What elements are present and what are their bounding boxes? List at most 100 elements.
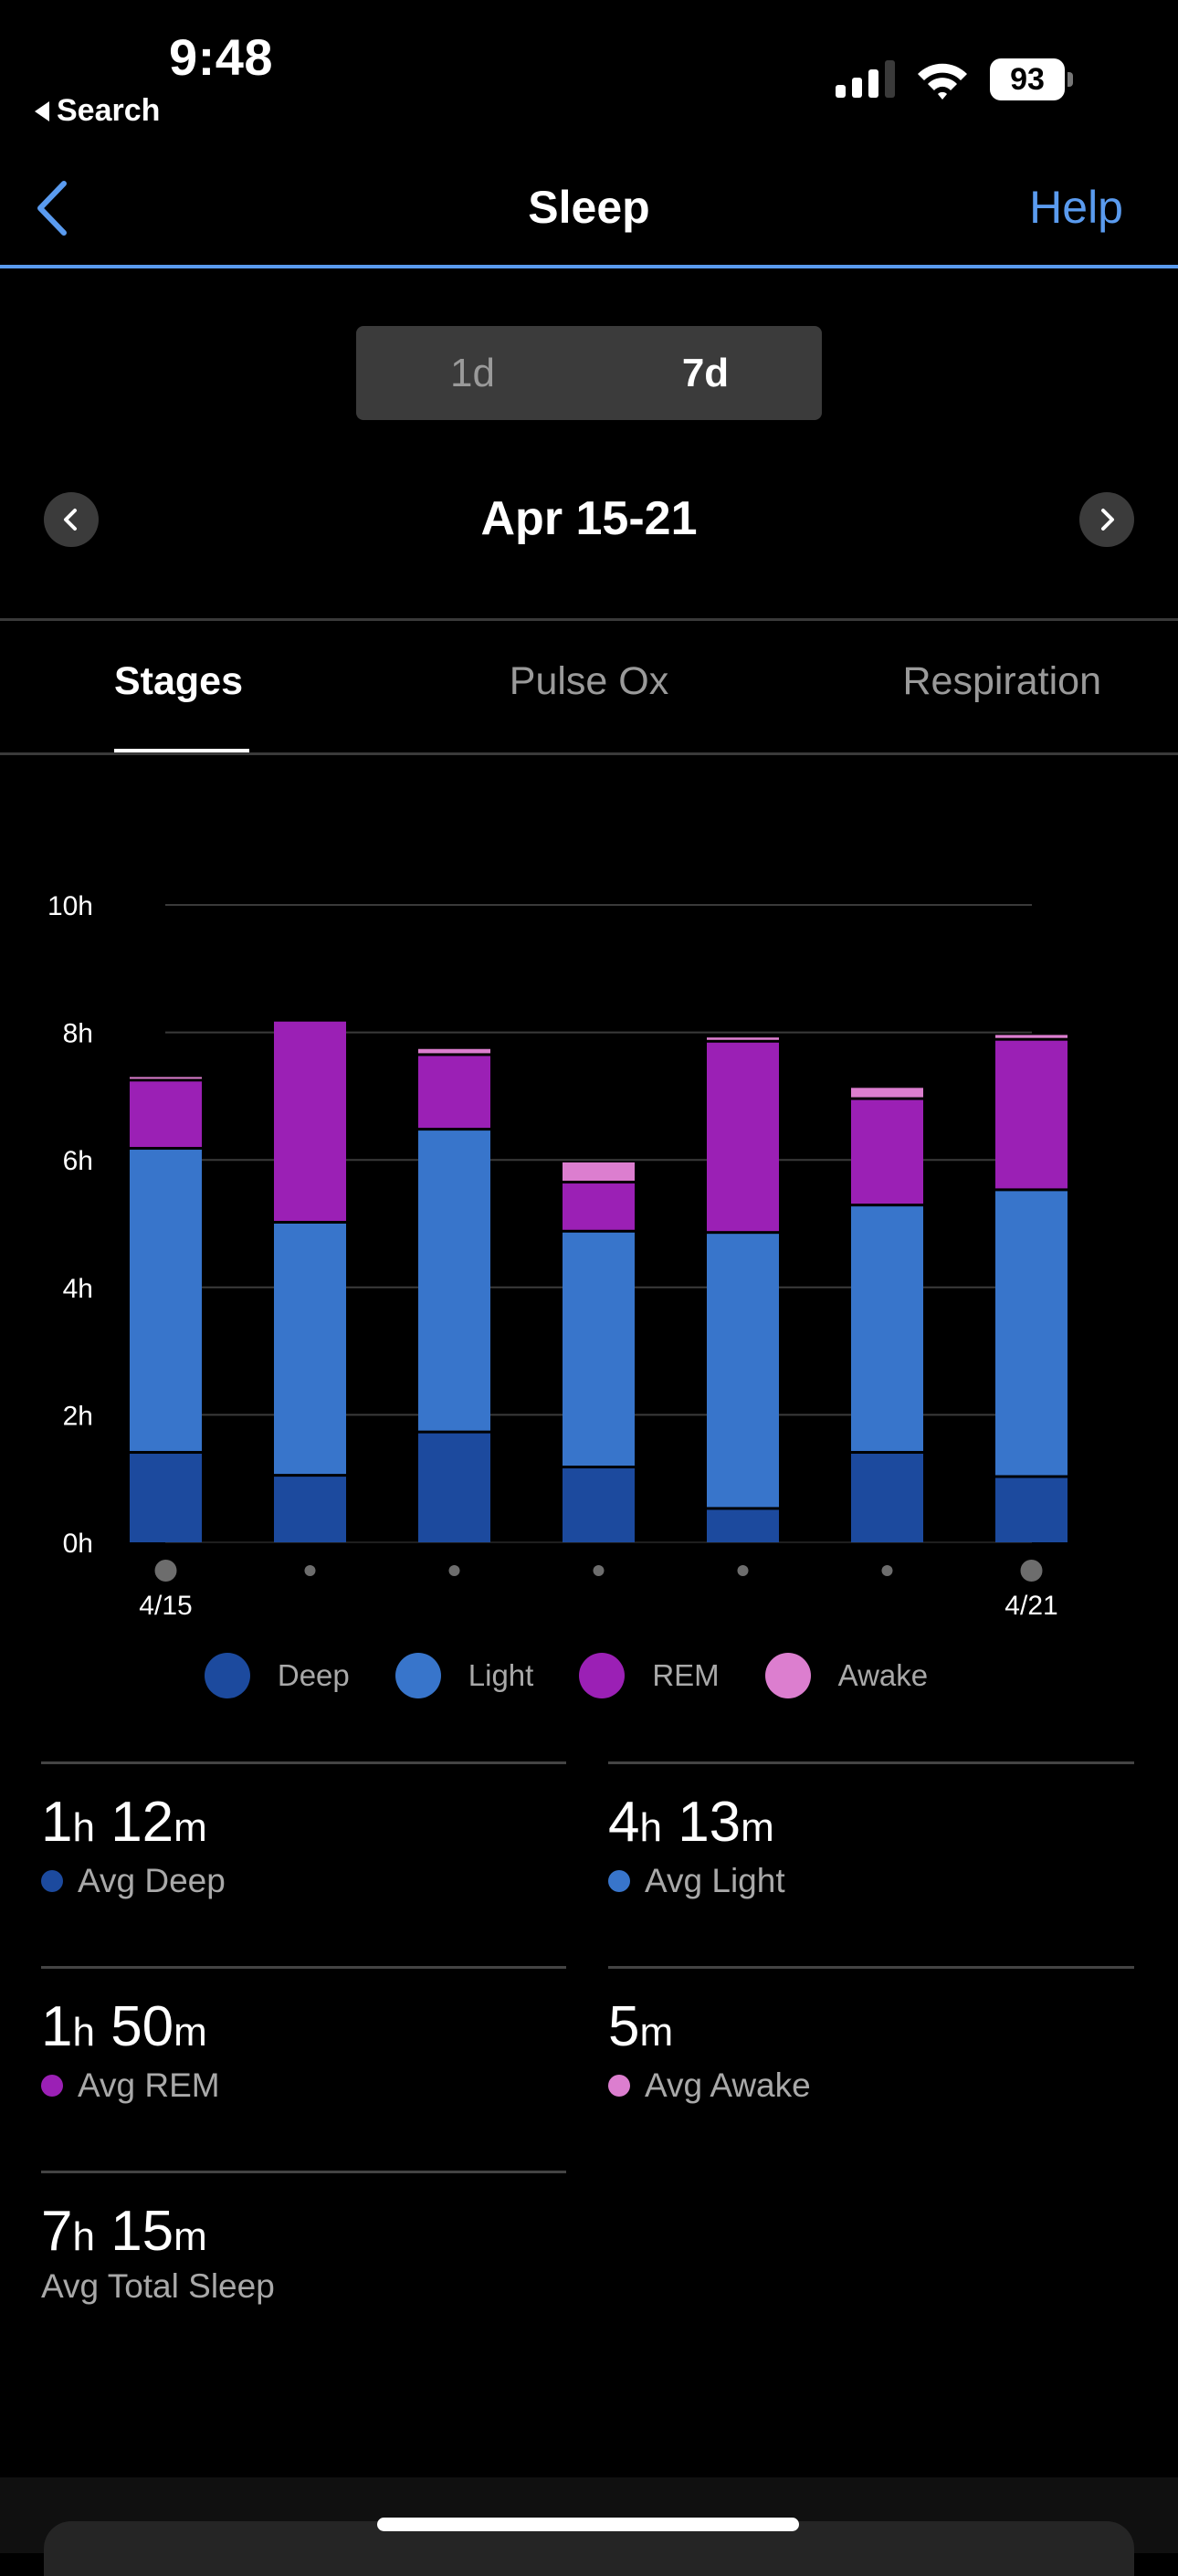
back-triangle-icon [35, 100, 49, 121]
stat-avg-rem: 1h 50m Avg REM [41, 1994, 220, 2105]
range-option-7d[interactable]: 7d [589, 326, 822, 420]
home-indicator [377, 2518, 799, 2531]
bar-segment-deep [418, 1433, 490, 1542]
battery-cap-icon [1068, 72, 1073, 87]
stat-value: 4h 13m [608, 1791, 774, 1854]
stat-label: Avg Total Sleep [41, 2267, 275, 2305]
legend-item-rem: REM [579, 1653, 741, 1698]
x-axis-dot [154, 1560, 177, 1582]
stat-avg-deep: 1h 12m Avg Deep [41, 1790, 226, 1900]
legend-label: REM [652, 1658, 720, 1692]
awake-dot-icon [608, 2075, 630, 2097]
bar-segment-rem [130, 1081, 202, 1148]
stat-divider [608, 1966, 1134, 1969]
bar-segment-rem [563, 1183, 635, 1230]
stat-value: 7h 15m [41, 2200, 207, 2263]
stat-divider [41, 2171, 566, 2173]
bar-segment-light [707, 1234, 779, 1508]
legend-dot-icon [579, 1653, 626, 1698]
bar-segment-light [130, 1150, 202, 1451]
bar-segment-light [995, 1191, 1068, 1476]
bar-segment-deep [851, 1453, 923, 1542]
bar-segment-awake [418, 1048, 490, 1054]
x-axis-dot [737, 1565, 749, 1576]
bar-segment-rem [418, 1056, 490, 1129]
stat-avg-total-sleep: 7h 15m Avg Total Sleep [41, 2199, 275, 2306]
bar-segment-rem [851, 1099, 923, 1204]
tabs-divider [0, 752, 1178, 755]
y-tick-label: 10h [47, 891, 93, 921]
legend-dot-icon [764, 1653, 811, 1698]
stat-value: 1h 12m [41, 1791, 207, 1854]
legend-dot-icon [204, 1653, 250, 1698]
x-axis-dot [1020, 1560, 1043, 1582]
help-button[interactable]: Help [1029, 181, 1123, 234]
legend-item-awake: Awake [764, 1653, 950, 1698]
stat-value: 5m [608, 1995, 674, 2058]
bar-segment-rem [707, 1042, 779, 1232]
deep-dot-icon [41, 1870, 63, 1892]
bar-segment-deep [563, 1468, 635, 1542]
bar-segment-deep [130, 1453, 202, 1542]
battery-indicator: 93 [990, 58, 1074, 100]
legend-label: Deep [277, 1658, 350, 1692]
tab-pulse-ox[interactable]: Pulse Ox [510, 659, 668, 703]
legend-label: Light [468, 1658, 534, 1692]
bar-segment-awake [563, 1162, 635, 1182]
back-to-search-label: Search [57, 93, 161, 128]
bar-segment-light [274, 1224, 346, 1475]
bar-segment-deep [995, 1477, 1068, 1542]
rem-dot-icon [41, 2075, 63, 2097]
stat-divider [608, 1761, 1134, 1764]
bar-segment-awake [130, 1077, 202, 1079]
sleep-stages-chart: 0h 2h 4h 6h 8h 10h 4/15 4/21 [0, 877, 1178, 1625]
back-to-search-link[interactable]: Search [35, 93, 160, 129]
bar-segment-light [563, 1232, 635, 1467]
tab-respiration[interactable]: Respiration [903, 659, 1102, 704]
stat-avg-awake: 5m Avg Awake [608, 1994, 811, 2105]
legend-item-light: Light [394, 1653, 556, 1698]
x-axis-dot [448, 1565, 460, 1576]
cellular-signal-icon [836, 60, 895, 98]
stat-label: Avg Light [645, 1862, 785, 1899]
legend-dot-icon [394, 1653, 441, 1698]
bar-segment-awake [707, 1037, 779, 1040]
range-toggle: 1d 7d [356, 326, 822, 420]
x-axis-dot [304, 1565, 316, 1576]
next-week-button[interactable] [1079, 492, 1134, 547]
status-time: 9:48 [168, 28, 274, 86]
stat-avg-light: 4h 13m Avg Light [608, 1790, 785, 1900]
legend-label: Awake [837, 1658, 929, 1692]
range-option-1d[interactable]: 1d [356, 326, 589, 420]
x-tick-label: 4/15 [139, 1591, 192, 1621]
chart-legend: Deep Light REM Awake [0, 1653, 1178, 1698]
bar-segment-light [851, 1206, 923, 1451]
page-title: Sleep [528, 182, 650, 233]
bar-segment-awake [851, 1088, 923, 1098]
y-tick-label: 4h [63, 1274, 93, 1304]
stat-divider [41, 1761, 566, 1764]
x-tick-label: 4/21 [1004, 1591, 1057, 1621]
stat-label: Avg Deep [78, 1862, 226, 1899]
tab-stages[interactable]: Stages [114, 659, 243, 704]
y-tick-label: 0h [63, 1529, 93, 1559]
bar-segment-deep [274, 1477, 346, 1542]
y-tick-label: 8h [63, 1019, 93, 1049]
stat-label: Avg REM [78, 2066, 220, 2104]
x-axis-dot [593, 1565, 605, 1576]
stat-label: Avg Awake [645, 2066, 811, 2104]
section-divider [0, 618, 1178, 621]
date-range-label: Apr 15-21 [480, 492, 698, 545]
bar-segment-rem [274, 1021, 346, 1221]
stat-value: 1h 50m [41, 1995, 207, 2058]
chevron-right-icon [1101, 509, 1114, 531]
nav-divider [0, 265, 1178, 268]
wifi-icon [918, 63, 967, 100]
bar-segment-rem [995, 1040, 1068, 1189]
x-axis-dot [881, 1565, 893, 1576]
bar-segment-light [418, 1130, 490, 1431]
sleep-stages-chart-svg: 0h 2h 4h 6h 8h 10h 4/15 4/21 [47, 891, 1068, 1621]
y-tick-label: 6h [63, 1146, 93, 1176]
battery-level: 93 [1010, 61, 1045, 97]
stat-divider [41, 1966, 566, 1969]
